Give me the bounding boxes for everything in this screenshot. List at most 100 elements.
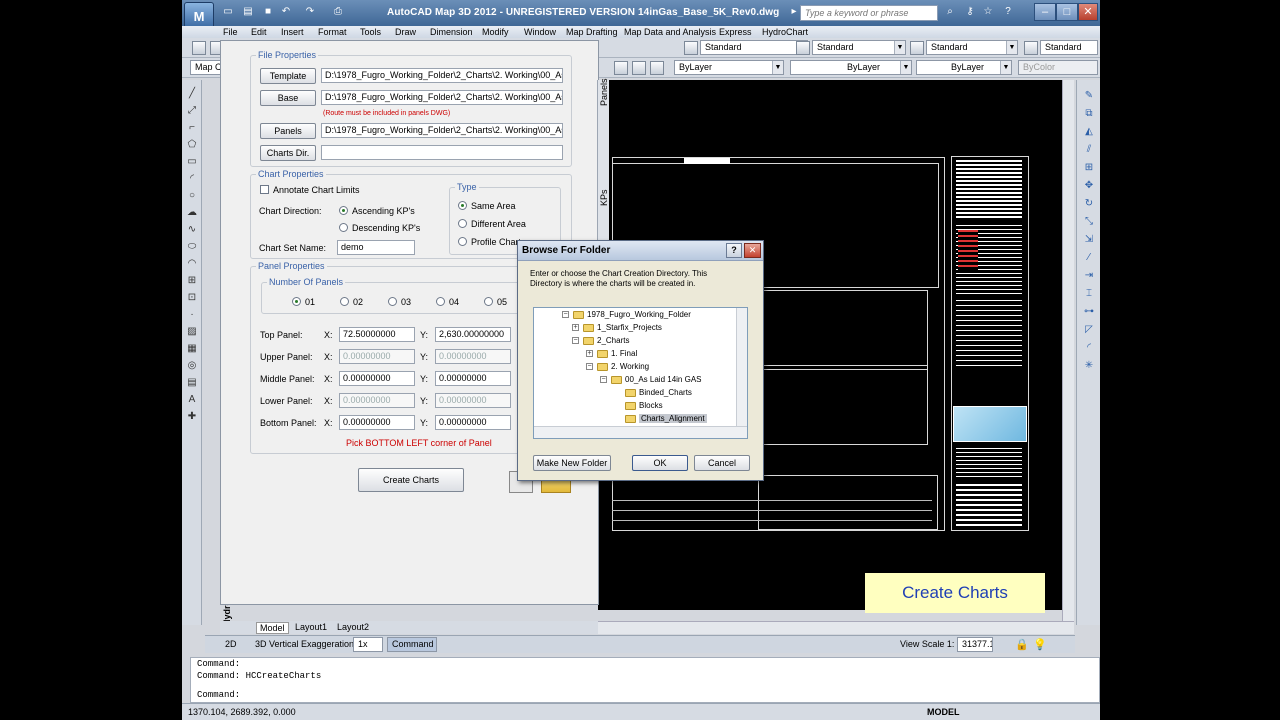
linetype-combo[interactable]: ByLayer ▼ bbox=[790, 60, 912, 75]
model-space-toggle[interactable]: MODEL bbox=[927, 707, 960, 717]
cancel-button[interactable]: Cancel bbox=[694, 455, 750, 471]
ascending-radio[interactable] bbox=[339, 206, 348, 215]
tree-folder-item[interactable]: − 1978_Fugro_Working_Folder bbox=[562, 308, 691, 321]
fillet-icon[interactable]: ◜ bbox=[1083, 342, 1095, 354]
menu-tools[interactable]: Tools bbox=[360, 26, 381, 38]
kps-tab[interactable]: KPs bbox=[599, 189, 609, 206]
expander-icon[interactable]: − bbox=[562, 311, 569, 319]
help-icon[interactable]: ? bbox=[1002, 6, 1014, 18]
open-file-icon[interactable]: ▤ bbox=[242, 6, 254, 18]
profile-chart-radio[interactable] bbox=[458, 237, 467, 246]
maximize-button[interactable]: □ bbox=[1056, 3, 1078, 21]
folder-tree[interactable]: − 1978_Fugro_Working_Folder +1_Starfix_Pro… bbox=[533, 307, 748, 439]
panel-y-field[interactable]: 0.00000000 bbox=[435, 371, 511, 386]
binoculars-icon[interactable]: ⌕ bbox=[944, 6, 956, 18]
lock-icon[interactable]: 🔒 bbox=[1015, 638, 1029, 651]
polyline-icon[interactable]: ⌐ bbox=[186, 122, 198, 134]
menu-hydrochart[interactable]: HydroChart bbox=[762, 26, 808, 38]
tree-folder-item[interactable]: +1. Final bbox=[586, 347, 637, 360]
point-icon[interactable]: · bbox=[186, 309, 198, 321]
array-icon[interactable]: ⊞ bbox=[1083, 162, 1095, 174]
map-tab[interactable]: Map C bbox=[190, 60, 224, 75]
hatch-icon[interactable]: ▨ bbox=[186, 326, 198, 338]
expander-icon[interactable]: − bbox=[572, 337, 579, 345]
copy-icon[interactable]: ⧉ bbox=[1083, 108, 1095, 120]
tree-folder-item[interactable]: Binded_Charts bbox=[614, 386, 692, 399]
table-style-icon[interactable] bbox=[910, 41, 924, 55]
menu-draw[interactable]: Draw bbox=[395, 26, 416, 38]
text-style-combo[interactable]: Standard▼ bbox=[700, 40, 808, 55]
line-icon[interactable]: ╱ bbox=[186, 88, 198, 100]
annotate-checkbox[interactable] bbox=[260, 185, 269, 194]
dim-style-combo[interactable]: Standard ▼ bbox=[812, 40, 906, 55]
charts-dir-field[interactable] bbox=[321, 145, 563, 160]
tab-model[interactable]: Model bbox=[256, 622, 289, 634]
menu-file[interactable]: File bbox=[223, 26, 238, 38]
tree-vertical-scrollbar[interactable] bbox=[736, 308, 747, 426]
rotate-icon[interactable]: ↻ bbox=[1083, 198, 1095, 210]
view-2d[interactable]: 2D bbox=[225, 639, 237, 649]
mleader-style-icon[interactable] bbox=[1024, 41, 1038, 55]
layer-tool-icon[interactable] bbox=[632, 61, 646, 75]
tree-folder-item[interactable]: − 00_As Laid 14in GAS bbox=[600, 373, 702, 386]
menu-dimension[interactable]: Dimension bbox=[430, 26, 473, 38]
command-prompt[interactable]: Command: bbox=[197, 690, 240, 700]
template-path-field[interactable]: D:\1978_Fugro_Working_Folder\2_Charts\2.… bbox=[321, 68, 563, 83]
tab-layout2[interactable]: Layout2 bbox=[334, 622, 372, 632]
menu-edit[interactable]: Edit bbox=[251, 26, 267, 38]
join-icon[interactable]: ⊶ bbox=[1083, 306, 1095, 318]
menu-map-data[interactable]: Map Data and Analysis bbox=[624, 26, 716, 38]
mleader-style-combo[interactable]: Standard bbox=[1040, 40, 1098, 55]
panels-03-radio[interactable] bbox=[388, 297, 397, 306]
make-block-icon[interactable]: ⊡ bbox=[186, 292, 198, 304]
scale-icon[interactable]: ⤡ bbox=[1083, 216, 1095, 228]
panel-y-field[interactable]: 0.00000000 bbox=[435, 415, 511, 430]
tree-folder-item[interactable]: +1_Starfix_Projects bbox=[572, 321, 662, 334]
arc-icon[interactable]: ◜ bbox=[186, 173, 198, 185]
lineweight-combo[interactable]: ByLayer ▼ bbox=[916, 60, 1012, 75]
polygon-icon[interactable]: ⬠ bbox=[186, 139, 198, 151]
panel-x-field[interactable]: 0.00000000 bbox=[339, 393, 415, 408]
lightbulb-icon[interactable]: 💡 bbox=[1033, 638, 1047, 651]
save-icon[interactable]: ■ bbox=[262, 6, 274, 18]
table-icon[interactable]: ▤ bbox=[186, 377, 198, 389]
ellipse-arc-icon[interactable]: ◠ bbox=[186, 258, 198, 270]
template-button[interactable]: Template bbox=[260, 68, 316, 84]
insert-block-icon[interactable]: ⊞ bbox=[186, 275, 198, 287]
region-icon[interactable]: ◎ bbox=[186, 360, 198, 372]
different-area-radio[interactable] bbox=[458, 219, 467, 228]
same-area-radio[interactable] bbox=[458, 201, 467, 210]
expander-icon[interactable]: + bbox=[586, 350, 593, 358]
multiline-text-icon[interactable]: A bbox=[186, 394, 198, 406]
layer-icon[interactable] bbox=[614, 61, 628, 75]
panels-04-radio[interactable] bbox=[436, 297, 445, 306]
panels-01-radio[interactable] bbox=[292, 297, 301, 306]
color-combo[interactable]: ByLayer ▼ bbox=[674, 60, 784, 75]
offset-icon[interactable]: ⫽ bbox=[1083, 144, 1095, 156]
command-window[interactable]: Command: Command: HCCreateCharts Command… bbox=[190, 657, 1100, 703]
print-icon[interactable]: ⎙ bbox=[332, 6, 344, 18]
help-search-input[interactable]: Type a keyword or phrase bbox=[800, 5, 938, 21]
extend-icon[interactable]: ⇥ bbox=[1083, 270, 1095, 282]
menu-express[interactable]: Express bbox=[719, 26, 752, 38]
tree-horizontal-scrollbar[interactable] bbox=[534, 426, 747, 438]
panel-x-field[interactable]: 72.50000000 bbox=[339, 327, 415, 342]
set-name-field[interactable]: demo bbox=[337, 240, 415, 255]
help-button[interactable]: ? bbox=[726, 243, 742, 258]
spline-icon[interactable]: ∿ bbox=[186, 224, 198, 236]
gradient-icon[interactable]: ▦ bbox=[186, 343, 198, 355]
view-scale-field[interactable]: 31377.1 bbox=[957, 637, 993, 652]
panel-y-field[interactable]: 0.00000000 bbox=[435, 349, 511, 364]
panels-tab[interactable]: Panels bbox=[599, 78, 609, 106]
erase-icon[interactable]: ✎ bbox=[1083, 90, 1095, 102]
add-selected-icon[interactable]: ✚ bbox=[186, 411, 198, 423]
panels-button[interactable]: Panels bbox=[260, 123, 316, 139]
layer-state-icon[interactable] bbox=[650, 61, 664, 75]
panel-x-field[interactable]: 0.00000000 bbox=[339, 415, 415, 430]
menu-format[interactable]: Format bbox=[318, 26, 347, 38]
view-3d[interactable]: 3D bbox=[255, 639, 267, 649]
trim-icon[interactable]: ⁄ bbox=[1083, 252, 1095, 264]
panel-y-field[interactable]: 0.00000000 bbox=[435, 393, 511, 408]
table-style-combo[interactable]: Standard ▼ bbox=[926, 40, 1018, 55]
tree-folder-item[interactable]: − 2_Charts bbox=[572, 334, 629, 347]
